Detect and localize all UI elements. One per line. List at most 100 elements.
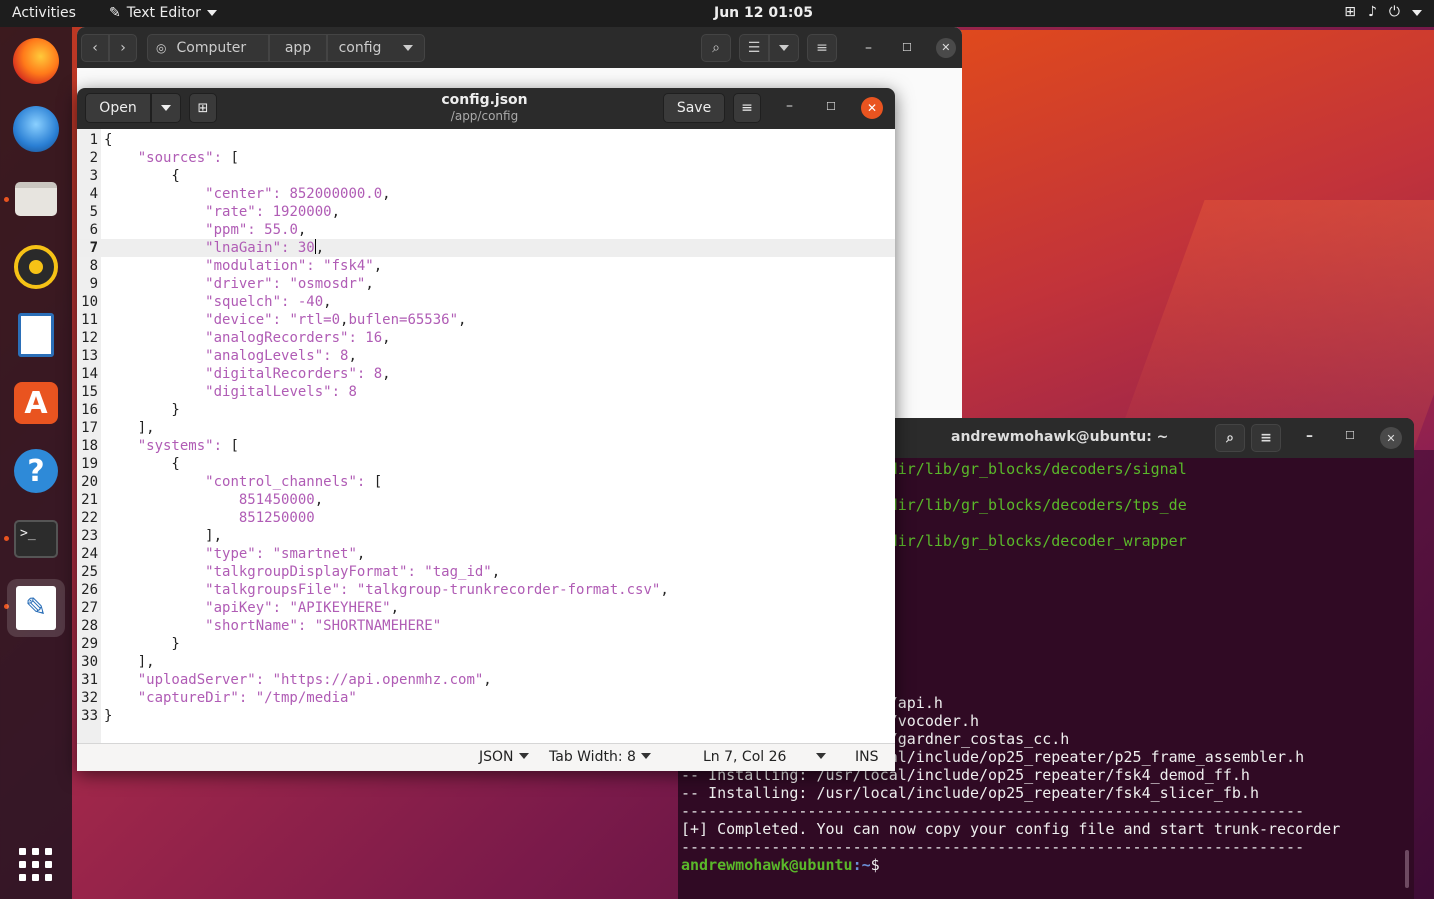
code-line[interactable]: 24 "type": "smartnet", (77, 545, 895, 563)
minimize-icon[interactable]: – (786, 98, 793, 114)
code-line[interactable]: 26 "talkgroupsFile": "talkgroup-trunkrec… (77, 581, 895, 599)
code-line[interactable]: 13 "analogLevels": 8, (77, 347, 895, 365)
maximize-icon[interactable]: ☐ (1345, 429, 1355, 442)
code-editor[interactable]: 1{2 "sources": [3 {4 "center": 852000000… (77, 129, 895, 743)
show-applications-button[interactable] (10, 839, 62, 891)
dock-item-files[interactable] (10, 173, 62, 225)
code-line[interactable]: 20 "control_channels": [ (77, 473, 895, 491)
code-line[interactable]: 3 { (77, 167, 895, 185)
firefox-icon (13, 38, 59, 84)
code-line[interactable]: 15 "digitalLevels": 8 (77, 383, 895, 401)
line-text: ], (104, 420, 155, 436)
clock[interactable]: Jun 12 01:05 (714, 5, 813, 21)
code-line[interactable]: 16 } (77, 401, 895, 419)
line-number: 6 (89, 222, 98, 238)
line-number: 7 (89, 240, 98, 256)
code-line[interactable]: 29 } (77, 635, 895, 653)
path-segment-label: app (284, 39, 312, 56)
terminal-scrollbar[interactable] (1405, 850, 1409, 888)
code-line[interactable]: 9 "driver": "osmosdr", (77, 275, 895, 293)
code-line[interactable]: 5 "rate": 1920000, (77, 203, 895, 221)
code-line[interactable]: 27 "apiKey": "APIKEYHERE", (77, 599, 895, 617)
close-icon[interactable]: ✕ (1380, 427, 1402, 449)
drive-icon: ◎ (156, 40, 167, 55)
app-menu[interactable]: ✎ Text Editor (109, 5, 217, 21)
terminal-search-button[interactable]: ⌕ (1215, 424, 1245, 452)
code-lines[interactable]: 1{2 "sources": [3 {4 "center": 852000000… (77, 131, 895, 725)
maximize-icon[interactable]: ☐ (826, 100, 836, 113)
code-line[interactable]: 1{ (77, 131, 895, 149)
code-line[interactable]: 19 { (77, 455, 895, 473)
line-number: 31 (81, 672, 98, 688)
line-text: ], (104, 528, 223, 544)
line-text: } (104, 402, 180, 418)
dock-item-terminal[interactable]: >_ (10, 513, 62, 565)
dock-item-software[interactable]: A (10, 377, 62, 429)
code-line[interactable]: 18 "systems": [ (77, 437, 895, 455)
close-icon[interactable]: ✕ (935, 37, 956, 58)
code-line[interactable]: 28 "shortName": "SHORTNAMEHERE" (77, 617, 895, 635)
chevron-down-icon (816, 753, 827, 759)
code-line[interactable]: 25 "talkgroupDisplayFormat": "tag_id", (77, 563, 895, 581)
system-menu[interactable]: ⊞ ♪ ⏻ (1344, 4, 1422, 20)
status-bar: JSON Tab Width: 8 Ln 7, Col 26 INS (77, 743, 895, 771)
minimize-icon[interactable]: – (865, 40, 872, 56)
forward-button[interactable]: › (109, 33, 137, 62)
code-line[interactable]: 14 "digitalRecorders": 8, (77, 365, 895, 383)
tab-width-selector[interactable]: Tab Width: 8 (549, 749, 651, 765)
code-line[interactable]: 21 851450000, (77, 491, 895, 509)
code-line[interactable]: 23 ], (77, 527, 895, 545)
terminal-prompt[interactable]: andrewmohawk@ubuntu:~$ (681, 856, 1411, 874)
code-line[interactable]: 4 "center": 852000000.0, (77, 185, 895, 203)
dock-item-help[interactable]: ? (10, 445, 62, 497)
line-text: "digitalRecorders": 8, (205, 366, 391, 382)
tab-width-label: Tab Width: 8 (549, 749, 636, 765)
back-button[interactable]: ‹ (81, 33, 109, 62)
terminal-menu-button[interactable]: ≡ (1251, 424, 1281, 452)
document-title: config.json (441, 92, 528, 108)
open-button[interactable]: Open (85, 93, 151, 123)
writer-icon (18, 313, 54, 357)
language-selector[interactable]: JSON (479, 749, 529, 765)
code-line[interactable]: 2 "sources": [ (77, 149, 895, 167)
line-text: "analogRecorders": 16, (205, 330, 391, 346)
hamburger-icon: ≡ (741, 100, 753, 116)
dock-item-writer[interactable] (10, 309, 62, 361)
line-number: 12 (81, 330, 98, 346)
dock-item-rhythmbox[interactable] (10, 241, 62, 293)
code-line[interactable]: 31 "uploadServer": "https://api.openmhz.… (77, 671, 895, 689)
dock-item-text-editor[interactable]: ✎ (7, 579, 65, 637)
path-app[interactable]: app (269, 33, 327, 62)
editor-menu-button[interactable]: ≡ (733, 93, 761, 123)
code-line[interactable]: 7 "lnaGain": 30, (77, 239, 895, 257)
dock-item-thunderbird[interactable] (10, 103, 62, 155)
open-recent-button[interactable] (151, 93, 181, 123)
view-options-button[interactable] (769, 33, 799, 62)
new-tab-button[interactable]: ⊞ (189, 93, 217, 123)
code-line[interactable]: 6 "ppm": 55.0, (77, 221, 895, 239)
maximize-icon[interactable]: ☐ (902, 41, 912, 54)
text-editor-icon: ✎ (16, 586, 56, 630)
insert-mode-indicator[interactable]: INS (855, 749, 879, 765)
minimize-icon[interactable]: – (1306, 428, 1313, 444)
search-button[interactable]: ⌕ (701, 33, 731, 62)
close-icon[interactable]: ✕ (861, 97, 883, 119)
path-computer[interactable]: ◎ Computer (147, 33, 269, 62)
code-line[interactable]: 8 "modulation": "fsk4", (77, 257, 895, 275)
view-list-button[interactable]: ☰ (739, 33, 769, 62)
code-line[interactable]: 22 851250000 (77, 509, 895, 527)
save-button[interactable]: Save (663, 93, 725, 123)
menu-button[interactable]: ≡ (807, 33, 837, 62)
activities-button[interactable]: Activities (12, 5, 76, 21)
path-config[interactable]: config (327, 33, 425, 62)
code-line[interactable]: 33} (77, 707, 895, 725)
dock-item-firefox[interactable] (10, 35, 62, 87)
code-line[interactable]: 11 "device": "rtl=0,buflen=65536", (77, 311, 895, 329)
cursor-position-selector[interactable]: Ln 7, Col 26 (703, 749, 827, 765)
code-line[interactable]: 32 "captureDir": "/tmp/media" (77, 689, 895, 707)
code-line[interactable]: 12 "analogRecorders": 16, (77, 329, 895, 347)
code-line[interactable]: 17 ], (77, 419, 895, 437)
code-line[interactable]: 30 ], (77, 653, 895, 671)
line-number: 17 (81, 420, 98, 436)
code-line[interactable]: 10 "squelch": -40, (77, 293, 895, 311)
